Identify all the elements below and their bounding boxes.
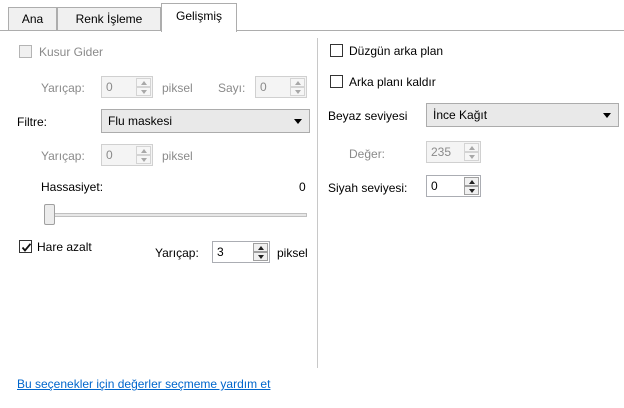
hassasiyet-value: 0 (299, 180, 306, 194)
spin-down-button[interactable] (253, 252, 268, 261)
siyah-seviyesi-label: Siyah seviyesi: (328, 181, 408, 195)
arka-plani-kaldir-label: Arka planı kaldır (349, 75, 436, 89)
spin-up-button[interactable] (290, 78, 305, 87)
tab-gelismis[interactable]: Gelişmiş (161, 3, 237, 32)
yaricap-spinner[interactable]: 0 (101, 76, 153, 98)
column-divider (317, 38, 318, 368)
spin-down-button[interactable] (136, 87, 151, 96)
spin-down-button[interactable] (464, 152, 479, 161)
spin-up-button[interactable] (253, 243, 268, 252)
yaricap-label-2: Yarıçap: (41, 149, 85, 163)
advanced-settings-panel (0, 31, 624, 408)
sayi-spinner[interactable]: 0 (255, 76, 307, 98)
spin-down-button[interactable] (290, 87, 305, 96)
spin-up-button[interactable] (136, 78, 151, 87)
siyah-seviyesi-spinner[interactable]: 0 (426, 175, 481, 197)
spin-up-button[interactable] (464, 143, 479, 152)
filtre-label: Filtre: (17, 115, 47, 129)
tab-strip: Ana Renk İşleme Gelişmiş (0, 0, 624, 32)
hare-yaricap-label: Yarıçap: (155, 246, 199, 260)
checkmark-icon (21, 243, 32, 252)
yaricap-label: Yarıçap: (41, 81, 85, 95)
hassasiyet-slider-thumb[interactable] (44, 204, 55, 225)
kusur-gider-label: Kusur Gider (39, 45, 104, 59)
arka-plani-kaldir-checkbox[interactable] (330, 75, 343, 88)
yaricap-spinner-2[interactable]: 0 (101, 144, 153, 166)
duzgun-arka-plan-checkbox[interactable] (330, 44, 343, 57)
hare-yaricap-spinner[interactable]: 3 (212, 241, 270, 263)
tab-ana[interactable]: Ana (8, 7, 57, 31)
hare-azalt-checkbox[interactable] (19, 240, 32, 253)
deger-label: Değer: (349, 147, 386, 161)
yaricap-unit: piksel (162, 81, 193, 95)
help-link[interactable]: Bu seçenekler için değerler seçmeme yard… (17, 377, 270, 391)
kusur-gider-checkbox[interactable] (19, 45, 32, 58)
spin-down-button[interactable] (464, 186, 479, 195)
hare-azalt-label: Hare azalt (37, 240, 92, 254)
chevron-down-icon (294, 119, 302, 124)
chevron-down-icon (603, 113, 611, 118)
beyaz-seviyesi-label: Beyaz seviyesi (328, 109, 408, 123)
spin-down-button[interactable] (136, 155, 151, 164)
beyaz-seviyesi-dropdown[interactable]: İnce Kağıt (426, 103, 619, 127)
spin-up-button[interactable] (464, 177, 479, 186)
duzgun-arka-plan-label: Düzgün arka plan (349, 44, 444, 58)
hare-yaricap-unit: piksel (277, 246, 308, 260)
tab-renk-isleme[interactable]: Renk İşleme (57, 7, 161, 31)
hassasiyet-label: Hassasiyet: (41, 180, 104, 194)
filtre-dropdown[interactable]: Flu maskesi (101, 109, 310, 133)
yaricap-unit-2: piksel (162, 149, 193, 163)
sayi-label: Sayı: (218, 81, 246, 95)
hassasiyet-slider-track[interactable] (44, 213, 307, 217)
spin-up-button[interactable] (136, 146, 151, 155)
deger-spinner[interactable]: 235 (426, 141, 481, 163)
